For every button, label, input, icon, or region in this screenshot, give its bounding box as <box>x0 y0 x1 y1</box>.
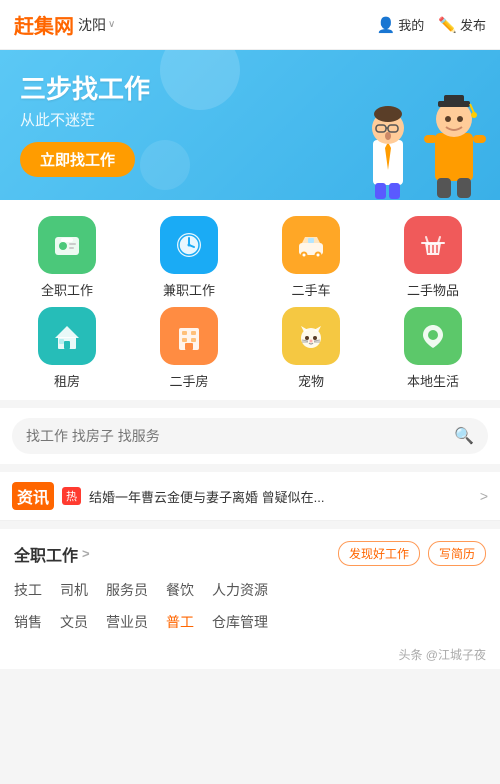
city-selector[interactable]: 沈阳 ∨ <box>78 15 115 35</box>
edit-icon: ✏️ <box>438 16 457 34</box>
category-usedgoods-icon <box>404 216 462 274</box>
jobs-actions: 发现好工作 写简历 <box>338 541 486 566</box>
category-pet[interactable]: 宠物 <box>254 307 368 390</box>
header-left: 赶集网 沈阳 ∨ <box>14 10 115 39</box>
search-icon: 🔍 <box>454 426 474 446</box>
footer-bar: 头条 @江城子夜 <box>0 638 500 669</box>
job-tag-9[interactable]: 仓库管理 <box>212 606 286 638</box>
clock-icon <box>173 229 205 261</box>
search-input-wrap[interactable]: 🔍 <box>12 418 488 454</box>
house-icon <box>51 320 83 352</box>
car-icon <box>295 229 327 261</box>
category-usedcar-icon <box>282 216 340 274</box>
job-tags-row: 技工 司机 服务员 餐饮 人力资源 <box>0 574 500 606</box>
my-label: 我的 <box>398 15 424 34</box>
banner-text: 三步找工作 从此不迷茫 立即找工作 <box>20 73 480 177</box>
find-job-button[interactable]: 立即找工作 <box>20 142 135 177</box>
category-fulltime[interactable]: 全职工作 <box>10 216 124 299</box>
building-icon <box>173 320 205 352</box>
job-tag-4[interactable]: 人力资源 <box>212 574 286 606</box>
category-usedgoods[interactable]: 二手物品 <box>376 216 490 299</box>
app-logo[interactable]: 赶集网 <box>14 10 74 39</box>
news-bar[interactable]: 资讯 热 结婚一年曹云金便与妻子离婚 曾疑似在... > <box>0 472 500 521</box>
job-tag-3[interactable]: 餐饮 <box>166 574 212 606</box>
category-usedgoods-label: 二手物品 <box>407 280 459 299</box>
id-card-icon <box>51 229 83 261</box>
news-label: 资讯 <box>12 482 54 510</box>
banner-title: 三步找工作 <box>20 73 480 107</box>
category-secondhouse-label: 二手房 <box>169 371 208 390</box>
basket-icon <box>417 229 449 261</box>
post-label: 发布 <box>460 15 486 34</box>
job-tag-6[interactable]: 文员 <box>60 606 106 638</box>
job-tag-0[interactable]: 技工 <box>14 574 60 606</box>
job-tag-2[interactable]: 服务员 <box>106 574 166 606</box>
discover-jobs-button[interactable]: 发现好工作 <box>338 541 420 566</box>
category-usedcar[interactable]: 二手车 <box>254 216 368 299</box>
user-icon: 👤 <box>377 16 396 34</box>
job-tag-5[interactable]: 销售 <box>14 606 60 638</box>
chevron-down-icon: ∨ <box>108 19 115 30</box>
banner: 三步找工作 从此不迷茫 立即找工作 <box>0 50 500 200</box>
category-local-label: 本地生活 <box>407 371 459 390</box>
category-rent-icon <box>38 307 96 365</box>
cat-icon <box>295 320 327 352</box>
category-parttime-icon <box>160 216 218 274</box>
job-tag-7[interactable]: 营业员 <box>106 606 166 638</box>
category-rent[interactable]: 租房 <box>10 307 124 390</box>
jobs-title: 全职工作 > <box>14 542 90 566</box>
job-tags-row-2: 销售 文员 营业员 普工 仓库管理 <box>0 606 500 638</box>
location-icon <box>417 320 449 352</box>
city-name: 沈阳 <box>78 15 106 35</box>
categories-grid: 全职工作 兼职工作 二手车 <box>0 200 500 400</box>
category-rent-label: 租房 <box>54 371 80 390</box>
my-account-button[interactable]: 👤 我的 <box>377 15 425 34</box>
category-pet-icon <box>282 307 340 365</box>
category-usedcar-label: 二手车 <box>291 280 330 299</box>
category-secondhouse[interactable]: 二手房 <box>132 307 246 390</box>
banner-subtitle: 从此不迷茫 <box>20 109 480 130</box>
app-header: 赶集网 沈阳 ∨ 👤 我的 ✏️ 发布 <box>0 0 500 50</box>
category-fulltime-label: 全职工作 <box>41 280 93 299</box>
footer-watermark: 头条 @江城子夜 <box>398 646 486 663</box>
job-tag-1[interactable]: 司机 <box>60 574 106 606</box>
news-text: 结婚一年曹云金便与妻子离婚 曾疑似在... <box>89 487 472 506</box>
category-local[interactable]: 本地生活 <box>376 307 490 390</box>
category-secondhouse-icon <box>160 307 218 365</box>
search-input[interactable] <box>26 428 446 444</box>
category-pet-label: 宠物 <box>298 371 324 390</box>
jobs-section: 全职工作 > 发现好工作 写简历 技工 司机 服务员 餐饮 人力资源 销售 文员… <box>0 529 500 669</box>
jobs-title-arrow-icon[interactable]: > <box>82 546 90 561</box>
category-parttime[interactable]: 兼职工作 <box>132 216 246 299</box>
news-hot-badge: 热 <box>62 487 81 505</box>
category-parttime-label: 兼职工作 <box>163 280 215 299</box>
category-local-icon <box>404 307 462 365</box>
post-button[interactable]: ✏️ 发布 <box>438 15 486 34</box>
search-section: 🔍 <box>0 408 500 464</box>
category-fulltime-icon <box>38 216 96 274</box>
job-tag-8[interactable]: 普工 <box>166 606 212 638</box>
write-resume-button[interactable]: 写简历 <box>428 541 486 566</box>
jobs-title-text: 全职工作 <box>14 542 78 566</box>
header-right: 👤 我的 ✏️ 发布 <box>377 15 486 34</box>
news-arrow-icon: > <box>480 488 488 504</box>
jobs-header: 全职工作 > 发现好工作 写简历 <box>0 529 500 574</box>
